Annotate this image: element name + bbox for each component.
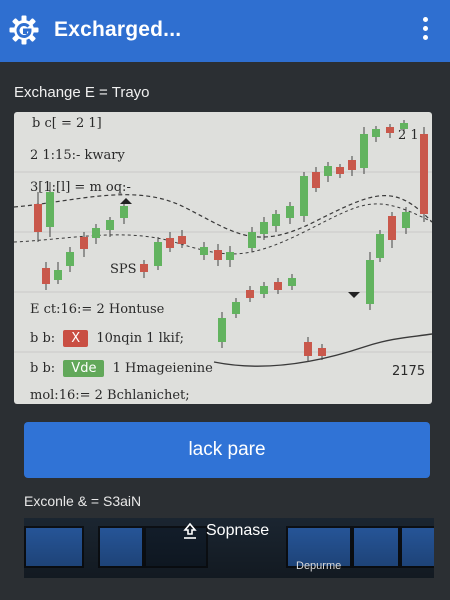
more-vert-icon[interactable]: [418, 14, 432, 42]
value-tag[interactable]: Vde: [63, 360, 105, 377]
close-tag[interactable]: X: [63, 330, 89, 347]
chart-annotation: 1 Hmageienine: [112, 361, 213, 376]
gallery-label-text: Sopnase: [206, 522, 270, 540]
chart-annotation: mol:16:= 2 Bchlanichet;: [30, 388, 190, 403]
subsection-title: Exconle & = S3aiN: [24, 493, 142, 509]
gear-logo-icon: [9, 15, 39, 45]
chart-annotation: 3[1:[l] = m oq:-: [30, 180, 131, 195]
chart-annotation: 2 1:15:- kwary: [30, 148, 125, 163]
gallery-label[interactable]: Sopnase: [182, 522, 269, 540]
chart-annotation-row: b b: Vde 1 Hmageienine: [30, 360, 213, 377]
chart-annotation: b c[ = 2 1]: [32, 116, 102, 131]
chart-annotation: SPS: [110, 262, 137, 277]
app-bar: Excharged...: [0, 0, 450, 62]
upload-icon: [183, 522, 197, 539]
chart-annotation: b b:: [30, 331, 56, 346]
app-title: Excharged...: [54, 18, 182, 41]
chart-annotation: E ct:16:= 2 Hontuse: [30, 302, 165, 317]
primary-action-button[interactable]: lack pare: [24, 422, 430, 478]
chart-annotation-row: b b: X 10nqin 1 lkif;: [30, 330, 184, 347]
gallery-caption: Depurme: [296, 560, 342, 572]
chart-annotation: 10nqin 1 lkif;: [96, 331, 185, 346]
chart-annotation: b b:: [30, 361, 56, 376]
price-chart-card[interactable]: b c[ = 2 1] 2 1:15:- kwary 3[1:[l] = m o…: [14, 112, 432, 404]
chart-annotation: 2 1: [398, 128, 419, 143]
price-label: 2175: [392, 364, 426, 379]
section-title: Exchange E = Trayo: [14, 84, 150, 101]
